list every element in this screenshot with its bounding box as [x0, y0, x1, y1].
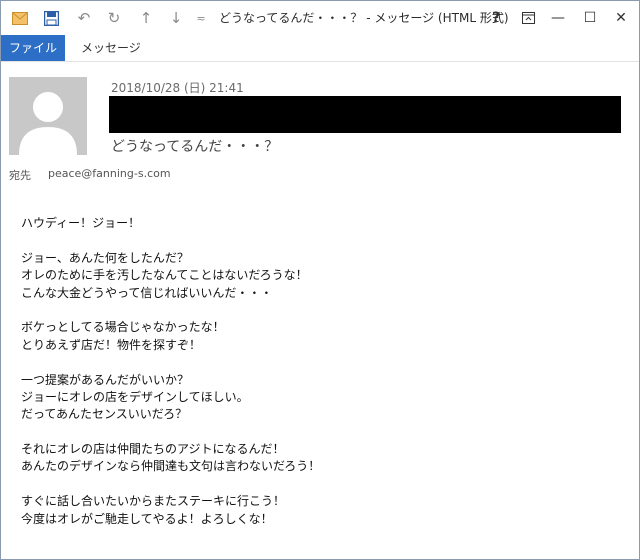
body-line: こんな大金どうやって信じればいいんだ・・・ [21, 285, 273, 300]
body-line: ジョー、あんた何をしたんだ？ [21, 250, 189, 265]
message-body: ハウディー！ジョー！ ジョー、あんた何をしたんだ？ オレのために手を汚したなんてこと… [21, 215, 621, 528]
mail-icon[interactable] [9, 1, 31, 35]
to-label: 宛先 [9, 169, 31, 182]
close-button[interactable]: ✕ [607, 1, 635, 35]
message-window: ↶ ↻ ↑ ↓ ≂ どうなってるんだ・・・？ - メッセージ (HTML 形式)… [0, 0, 640, 560]
body-line: 一つ提案があるんだがいいか？ [21, 372, 190, 387]
message-subject: どうなってるんだ・・・？ [111, 139, 279, 155]
sender-avatar [9, 77, 87, 155]
ribbon-display-icon[interactable] [515, 1, 541, 35]
body-line: それにオレの店は仲間たちのアジトになるんだ！ [21, 442, 285, 457]
arrow-up-icon[interactable]: ↑ [135, 1, 157, 35]
undo-icon[interactable]: ↶ [73, 1, 95, 35]
body-line: とりあえず店だ！物件を探すぞ！ [21, 337, 202, 352]
help-button[interactable]: ? [485, 1, 507, 35]
body-line [21, 476, 621, 493]
redacted-sender [109, 96, 621, 133]
tab-file[interactable]: ファイル [1, 35, 65, 61]
redo-icon[interactable]: ↻ [103, 1, 125, 35]
body-line: すぐに話し合いたいからまたステーキに行こう！ [21, 494, 286, 509]
body-line: あんたのデザインなら仲間達も文句は言わないだろう！ [21, 459, 321, 474]
to-recipient[interactable]: peace@fanning-s.com [48, 167, 171, 180]
tab-message[interactable]: メッセージ [81, 35, 141, 61]
minimize-button[interactable]: — [545, 1, 571, 35]
sent-date: 2018/10/28 (日) 21:41 [111, 81, 244, 95]
arrow-down-icon[interactable]: ↓ [165, 1, 187, 35]
customize-icon[interactable]: ≂ [193, 1, 209, 35]
body-line: ジョーにオレの店をデザインしてほしい。 [21, 389, 249, 404]
window-title: どうなってるんだ・・・？ - メッセージ (HTML 形式) [219, 11, 509, 25]
body-line [21, 354, 621, 371]
body-line [21, 424, 621, 441]
title-bar: ↶ ↻ ↑ ↓ ≂ どうなってるんだ・・・？ - メッセージ (HTML 形式)… [1, 1, 639, 35]
body-line [21, 232, 621, 249]
body-line: オレのために手を汚したなんてことはないだろうな！ [21, 268, 308, 283]
maximize-button[interactable]: ☐ [577, 1, 603, 35]
body-line: ボケっとしてる場合じゃなかったな！ [21, 320, 225, 335]
body-line [21, 302, 621, 319]
ribbon: ファイル メッセージ [1, 35, 639, 62]
body-line: ハウディー！ジョー！ [21, 216, 141, 230]
body-line: 今度はオレがご馳走してやるよ！よろしくな！ [21, 511, 273, 526]
body-line: だってあんたセンスいいだろ？ [21, 407, 188, 422]
save-icon[interactable] [39, 1, 63, 35]
